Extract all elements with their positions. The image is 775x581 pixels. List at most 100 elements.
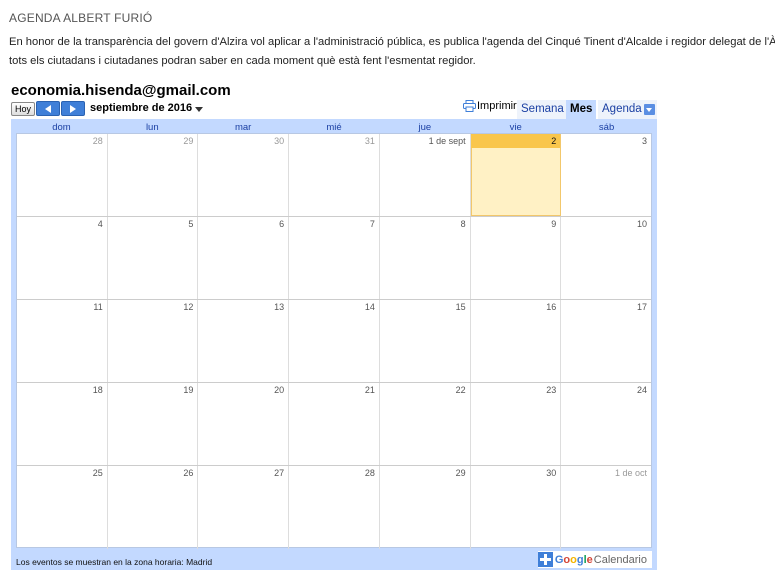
calendar-toolbar: Hoy septiembre de 2016 Imprimir Semana M… <box>11 100 657 119</box>
day-number: 26 <box>183 468 194 478</box>
day-cell-today[interactable]: 2 <box>470 134 562 216</box>
day-number: 8 <box>460 219 466 229</box>
tab-week[interactable]: Semana <box>517 100 568 119</box>
day-cell[interactable]: 21 <box>289 383 380 465</box>
day-number: 19 <box>183 385 194 395</box>
day-cell[interactable]: 24 <box>561 383 651 465</box>
day-number: 11 <box>93 302 103 312</box>
day-number: 1 de sept <box>428 136 466 146</box>
day-cell[interactable]: 19 <box>108 383 199 465</box>
plus-icon <box>537 552 553 567</box>
day-cell[interactable]: 28 <box>17 134 108 216</box>
today-button[interactable]: Hoy <box>11 102 36 116</box>
tab-agenda[interactable]: Agenda <box>598 100 657 119</box>
day-cell[interactable]: 29 <box>380 466 471 549</box>
day-number: 28 <box>364 468 375 478</box>
day-cell[interactable]: 7 <box>289 217 380 299</box>
day-number: 30 <box>546 468 557 478</box>
day-number: 6 <box>279 219 285 229</box>
day-number: 30 <box>274 136 285 146</box>
day-number: 12 <box>183 302 194 312</box>
day-number: 9 <box>551 219 557 229</box>
tab-agenda-label: Agenda <box>602 103 642 115</box>
day-cell[interactable]: 15 <box>380 300 471 382</box>
day-cell[interactable]: 5 <box>108 217 199 299</box>
google-calendar-button[interactable]: Google Calendario <box>537 551 652 568</box>
day-number: 2 <box>551 136 557 146</box>
day-cell[interactable]: 18 <box>17 383 108 465</box>
chevron-down-icon[interactable] <box>195 107 203 112</box>
day-number: 17 <box>637 302 648 312</box>
day-cell[interactable]: 20 <box>198 383 290 465</box>
day-cell[interactable]: 28 <box>289 466 380 549</box>
day-number: 25 <box>92 468 103 478</box>
calendar-footer: Los eventos se muestran en la zona horar… <box>16 550 652 570</box>
day-cell[interactable]: 1 de sept <box>380 134 471 216</box>
day-cell[interactable]: 29 <box>108 134 199 216</box>
day-cell[interactable]: 17 <box>561 300 651 382</box>
day-number: 29 <box>183 136 194 146</box>
day-cell[interactable]: 14 <box>289 300 380 382</box>
day-number: 28 <box>92 136 103 146</box>
day-number: 10 <box>637 219 648 229</box>
google-logo: Google <box>554 553 593 566</box>
day-cell[interactable]: 23 <box>471 383 562 465</box>
day-cell[interactable]: 22 <box>380 383 471 465</box>
day-cell[interactable]: 26 <box>108 466 199 549</box>
printer-icon <box>463 100 476 112</box>
day-number: 1 de oct <box>615 468 648 478</box>
day-cell[interactable]: 30 <box>198 134 290 216</box>
day-cell[interactable]: 30 <box>471 466 562 549</box>
month-calendar: dom lun mar mié jue vie sáb 28 29 30 31 1 de… <box>11 119 657 570</box>
week-row: 11 12 13 14 15 16 17 <box>17 300 651 383</box>
day-number: 22 <box>455 385 466 395</box>
day-number: 14 <box>364 302 375 312</box>
day-cell[interactable]: 25 <box>17 466 108 549</box>
day-number: 21 <box>364 385 375 395</box>
day-number: 13 <box>274 302 285 312</box>
day-cell[interactable]: 4 <box>17 217 108 299</box>
day-cell[interactable]: 1 de oct <box>561 466 651 549</box>
print-label: Imprimir <box>477 100 517 112</box>
month-label: septiembre de 2016 <box>90 102 193 114</box>
day-number: 29 <box>455 468 466 478</box>
day-cell[interactable]: 9 <box>471 217 562 299</box>
day-cell[interactable]: 31 <box>289 134 380 216</box>
day-number: 7 <box>369 219 375 229</box>
intro-line-1: En honor de la transparència del govern … <box>9 36 775 48</box>
day-cell[interactable]: 10 <box>561 217 651 299</box>
day-cell[interactable]: 6 <box>198 217 290 299</box>
week-row: 28 29 30 31 1 de sept 2 3 <box>17 134 651 217</box>
day-number: 16 <box>546 302 557 312</box>
intro-line-2: tots els ciutadans i ciutadanes podran s… <box>9 55 476 67</box>
day-grid: 28 29 30 31 1 de sept 2 3 4 5 6 7 8 9 10 11 12 13 14 15 16 1… <box>16 133 652 549</box>
page-title: AGENDA ALBERT FURIÓ <box>9 11 153 25</box>
day-number: 5 <box>188 219 194 229</box>
week-row: 4 5 6 7 8 9 10 <box>17 217 651 300</box>
day-cell[interactable]: 11 <box>17 300 108 382</box>
day-number: 31 <box>364 136 375 146</box>
intro-text: En honor de la transparència del govern … <box>9 33 775 71</box>
prev-month-button[interactable] <box>36 101 60 116</box>
day-number: 27 <box>274 468 285 478</box>
day-cell[interactable]: 13 <box>198 300 290 382</box>
print-link[interactable]: Imprimir <box>463 100 517 112</box>
next-month-button[interactable] <box>61 101 85 116</box>
day-number: 20 <box>274 385 285 395</box>
day-number: 18 <box>92 385 103 395</box>
tab-month[interactable]: Mes <box>566 100 597 119</box>
calendar-word: Calendario <box>593 553 647 566</box>
day-number: 4 <box>97 219 103 229</box>
week-row: 25 26 27 28 29 30 1 de oct <box>17 466 651 549</box>
page-header: AGENDA ALBERT FURIÓ En honor de la trans… <box>9 11 775 71</box>
day-cell[interactable]: 8 <box>380 217 471 299</box>
day-cell[interactable]: 3 <box>561 134 651 216</box>
day-cell[interactable]: 27 <box>198 466 290 549</box>
day-number: 24 <box>637 385 648 395</box>
day-number: 23 <box>546 385 557 395</box>
day-number: 15 <box>455 302 466 312</box>
day-cell[interactable]: 12 <box>108 300 199 382</box>
dropdown-arrow-icon[interactable] <box>644 104 655 115</box>
arrow-right-icon <box>70 104 76 113</box>
day-cell[interactable]: 16 <box>471 300 562 382</box>
